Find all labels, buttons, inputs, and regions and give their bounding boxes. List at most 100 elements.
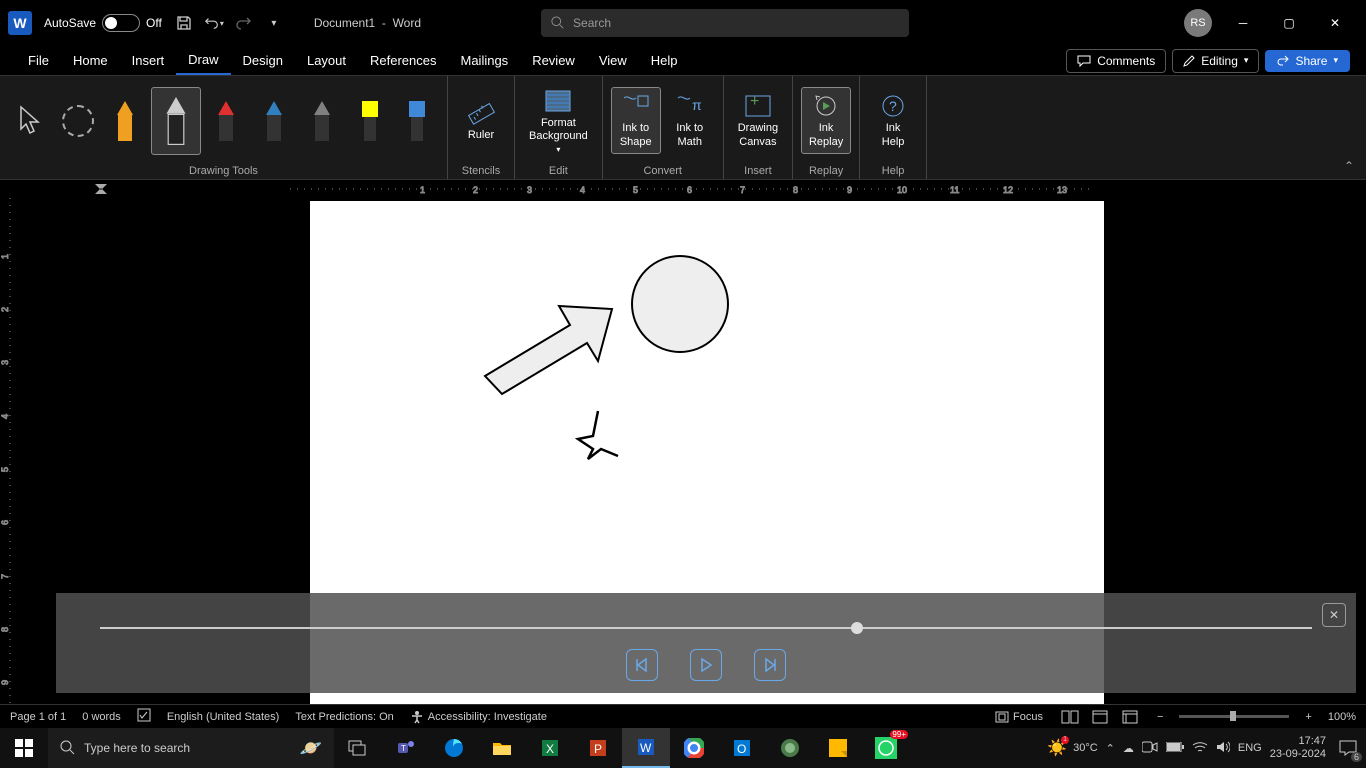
replay-play-button[interactable]: [690, 649, 722, 681]
svg-text:?: ?: [889, 98, 897, 114]
lasso-tool[interactable]: [56, 91, 100, 151]
editing-mode-button[interactable]: Editing ▾: [1172, 49, 1259, 73]
tab-help[interactable]: Help: [639, 47, 690, 74]
tray-overflow[interactable]: ⌃: [1106, 742, 1115, 755]
read-mode-button[interactable]: [1059, 709, 1081, 725]
taskbar-powerpoint[interactable]: P: [574, 728, 622, 768]
autosave-toggle[interactable]: [102, 14, 140, 32]
status-words[interactable]: 0 words: [82, 711, 121, 723]
ink-replay-button[interactable]: Ink Replay: [801, 87, 851, 153]
zoom-in-button[interactable]: +: [1305, 711, 1311, 723]
task-view-button[interactable]: [334, 728, 382, 768]
replay-close-button[interactable]: ✕: [1322, 603, 1346, 627]
taskbar-edge[interactable]: [430, 728, 478, 768]
tab-review[interactable]: Review: [520, 47, 587, 74]
ruler-button[interactable]: Ruler: [456, 95, 506, 146]
undo-button[interactable]: ▾: [204, 13, 224, 33]
pen-orange[interactable]: [103, 91, 147, 151]
status-spellcheck-icon[interactable]: [137, 708, 151, 725]
start-button[interactable]: [0, 728, 48, 768]
tab-mailings[interactable]: Mailings: [449, 47, 521, 74]
zoom-out-button[interactable]: −: [1157, 711, 1163, 723]
tab-view[interactable]: View: [587, 47, 639, 74]
tray-notifications[interactable]: 6: [1334, 734, 1362, 762]
replay-track[interactable]: [100, 627, 1312, 629]
highlighter-yellow[interactable]: [348, 91, 392, 151]
taskbar-weather[interactable]: ☀️1 30°C: [1047, 738, 1098, 758]
status-page[interactable]: Page 1 of 1: [10, 711, 66, 723]
drawn-partial-star[interactable]: [578, 411, 618, 459]
tab-home[interactable]: Home: [61, 47, 120, 74]
tab-insert[interactable]: Insert: [120, 47, 177, 74]
taskbar-teams[interactable]: T: [382, 728, 430, 768]
svg-text:7: 7: [0, 574, 10, 579]
status-accessibility[interactable]: Accessibility: Investigate: [410, 710, 547, 724]
taskbar-app1[interactable]: [766, 728, 814, 768]
zoom-slider[interactable]: [1179, 715, 1289, 718]
tray-meet-now-icon[interactable]: [1142, 741, 1158, 756]
maximize-button[interactable]: ▢: [1266, 8, 1312, 38]
group-replay: Replay: [793, 165, 859, 179]
tray-language[interactable]: ENG: [1238, 742, 1262, 754]
redo-button[interactable]: [234, 13, 254, 33]
taskbar-word[interactable]: W: [622, 728, 670, 768]
svg-text:4: 4: [580, 185, 585, 195]
zoom-level[interactable]: 100%: [1328, 711, 1356, 723]
svg-text:X: X: [546, 742, 554, 756]
tray-battery-icon[interactable]: [1166, 742, 1184, 755]
tab-design[interactable]: Design: [231, 47, 295, 74]
tray-onedrive-icon[interactable]: ☁: [1123, 742, 1134, 755]
highlighter-blue[interactable]: [395, 91, 439, 151]
ink-to-math-button[interactable]: π Ink to Math: [665, 88, 715, 152]
replay-forward-button[interactable]: [754, 649, 786, 681]
web-layout-button[interactable]: [1119, 709, 1141, 725]
status-language[interactable]: English (United States): [167, 711, 280, 723]
taskbar-explorer[interactable]: [478, 728, 526, 768]
svg-text:1: 1: [0, 254, 10, 259]
taskbar-excel[interactable]: X: [526, 728, 574, 768]
share-button[interactable]: Share ▾: [1265, 50, 1350, 72]
replay-thumb[interactable]: [851, 622, 863, 634]
vertical-ruler[interactable]: 123456789: [0, 198, 20, 728]
select-tool[interactable]: [8, 91, 52, 151]
print-layout-button[interactable]: [1089, 709, 1111, 725]
indent-marker[interactable]: [95, 180, 107, 198]
pen-red[interactable]: [205, 91, 249, 151]
tray-clock[interactable]: 17:47 23-09-2024: [1270, 735, 1326, 761]
pen-blue[interactable]: [252, 91, 296, 151]
drawn-arrow-shape[interactable]: [485, 306, 612, 394]
minimize-button[interactable]: ─: [1220, 8, 1266, 38]
search-box[interactable]: Search: [541, 9, 909, 37]
tray-wifi-icon[interactable]: [1192, 741, 1208, 756]
tab-references[interactable]: References: [358, 47, 448, 74]
status-predictions[interactable]: Text Predictions: On: [295, 711, 393, 723]
svg-text:9: 9: [847, 185, 852, 195]
focus-mode-button[interactable]: Focus: [995, 711, 1043, 723]
pen-gray[interactable]: [300, 91, 344, 151]
format-background-button[interactable]: Format Background▾: [523, 83, 594, 158]
comments-button[interactable]: Comments: [1066, 49, 1166, 73]
comment-icon: [1077, 55, 1091, 67]
drawing-canvas-button[interactable]: + Drawing Canvas: [732, 88, 784, 152]
qat-customize[interactable]: ▾: [264, 13, 284, 33]
tab-file[interactable]: File: [16, 47, 61, 74]
collapse-ribbon-button[interactable]: ⌃: [1344, 159, 1354, 173]
pen-black[interactable]: [151, 87, 201, 155]
save-button[interactable]: [174, 13, 194, 33]
svg-text:3: 3: [0, 360, 10, 365]
horizontal-ruler[interactable]: 12345678910111213: [0, 180, 1366, 198]
taskbar-whatsapp[interactable]: 99+: [862, 728, 910, 768]
tab-draw[interactable]: Draw: [176, 46, 230, 75]
replay-rewind-button[interactable]: [626, 649, 658, 681]
user-avatar[interactable]: RS: [1184, 9, 1212, 37]
ink-to-shape-button[interactable]: Ink to Shape: [611, 87, 661, 153]
drawn-circle-shape[interactable]: [632, 256, 728, 352]
taskbar-stickynotes[interactable]: [814, 728, 862, 768]
taskbar-search[interactable]: Type here to search 🪐: [48, 728, 334, 768]
tab-layout[interactable]: Layout: [295, 47, 358, 74]
taskbar-outlook[interactable]: O: [718, 728, 766, 768]
tray-volume-icon[interactable]: [1216, 740, 1230, 757]
close-button[interactable]: ✕: [1312, 8, 1358, 38]
ink-help-button[interactable]: ? Ink Help: [868, 88, 918, 152]
taskbar-chrome[interactable]: [670, 728, 718, 768]
